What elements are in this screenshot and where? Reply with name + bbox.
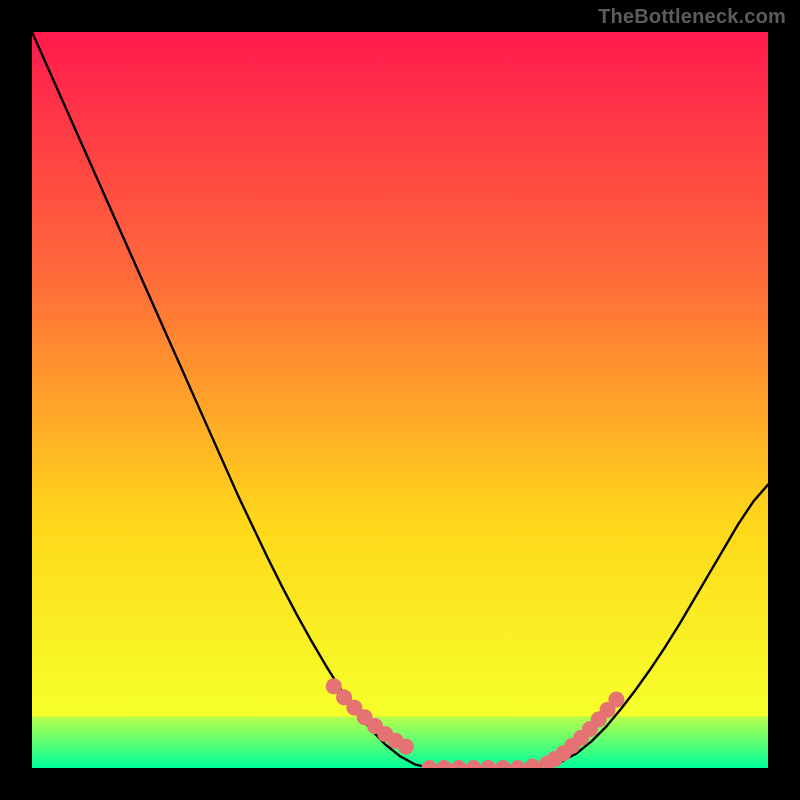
- marker-dot: [608, 692, 624, 708]
- marker-dot: [398, 739, 414, 755]
- chart-svg: [32, 32, 768, 768]
- watermark: TheBottleneck.com: [598, 6, 786, 29]
- chart-container: TheBottleneck.com: [0, 0, 800, 800]
- plot-area: [32, 32, 768, 768]
